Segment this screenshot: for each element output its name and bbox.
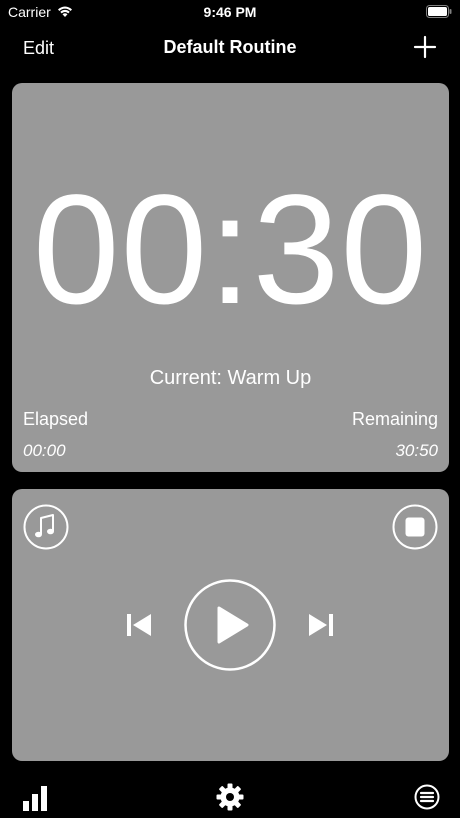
tab-bar xyxy=(0,770,460,818)
play-button[interactable] xyxy=(184,579,276,671)
music-note-icon xyxy=(23,504,69,550)
timer-display: 00:30 xyxy=(32,163,429,337)
stop-icon xyxy=(392,504,438,550)
skip-previous-button[interactable] xyxy=(125,611,153,639)
tab-stats[interactable] xyxy=(22,784,50,812)
elapsed-label: Elapsed xyxy=(23,409,89,429)
tab-list[interactable] xyxy=(414,784,440,810)
skip-next-button[interactable] xyxy=(307,611,335,639)
timer-card: 00:30 Current: Warm Up Elapsed 00:00 Rem… xyxy=(12,83,449,472)
stop-button[interactable] xyxy=(392,504,438,550)
list-icon xyxy=(414,784,440,810)
music-button[interactable] xyxy=(23,504,69,550)
skip-next-icon xyxy=(307,611,335,639)
elapsed-value: 00:00 xyxy=(23,441,66,460)
page-title: Default Routine xyxy=(163,37,297,57)
play-icon xyxy=(184,579,276,671)
battery-icon xyxy=(426,5,452,18)
bar-chart-icon xyxy=(22,784,50,812)
tab-settings[interactable] xyxy=(216,783,244,811)
status-bar: Carrier 9:46 PM xyxy=(0,0,460,24)
current-activity: Current: Warm Up xyxy=(149,367,312,389)
status-time: 9:46 PM xyxy=(203,4,257,20)
add-button[interactable] xyxy=(412,34,438,60)
skip-previous-icon xyxy=(125,611,153,639)
nav-bar: Edit Default Routine xyxy=(0,30,460,66)
edit-button[interactable]: Edit xyxy=(23,38,54,59)
remaining-label: Remaining xyxy=(351,409,438,429)
controls-card xyxy=(12,489,449,761)
plus-icon xyxy=(412,34,438,60)
gear-icon xyxy=(216,783,244,811)
remaining-value: 30:50 xyxy=(395,441,438,460)
